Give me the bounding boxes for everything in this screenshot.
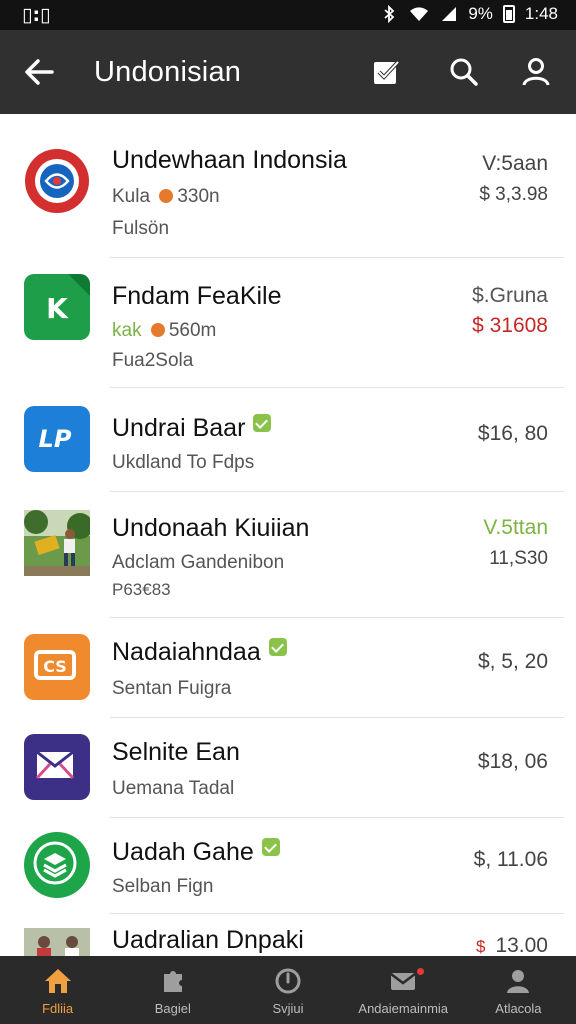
item-subtitle-text: Kula [112,186,151,207]
item-subtitle: Uemana Tadal [112,778,235,799]
list-item[interactable]: LP Undrai Baar Ukdland To Fdps $16, 80 [0,388,576,492]
status-bar: ▯:▯ 9% 1:48 [0,0,576,30]
item-price-primary: $13.00 [476,934,548,956]
item-title-text: Undrai Baar [112,414,246,442]
puzzle-icon [163,971,182,992]
item-price-prefix: $ [475,937,486,956]
lp-logo-icon: LP [24,406,90,472]
checklist-icon[interactable] [368,54,404,90]
wifi-icon [410,7,429,22]
item-price-secondary: $ 3,3.98 [479,184,548,205]
item-subtitle: Ukdland To Fdps [112,452,255,473]
item-price-primary: $, 5, 20 [477,650,548,673]
nav-mail[interactable]: Andaiemainmia [346,956,461,1024]
item-price-primary: $18, 06 [477,750,548,773]
person-icon [507,970,530,993]
item-title: Undrai Baar [112,414,272,443]
nav-home[interactable]: Fdliia [0,956,115,1024]
item-price-primary: $.Gruna [472,284,548,307]
item-title: Uadralian Dnpaki [112,926,304,954]
list-item[interactable]: Undewhaan Indonsia Kula 330n Fulsön V:5a… [0,114,576,258]
svg-text:CS: CS [43,657,67,676]
list-item[interactable]: Undonaah Kiuiian Adclam Gandenibon P63€8… [0,492,576,618]
clock-time: 1:48 [524,4,558,23]
item-detail: Fulsön [112,218,170,239]
nav-label: Fdliia [42,1001,74,1016]
item-subtitle: Selban Fign [112,876,214,897]
playground-photo-icon [24,510,90,576]
nav-label: Svjiui [272,1001,304,1016]
app-list[interactable]: Undewhaan Indonsia Kula 330n Fulsön V:5a… [0,114,576,956]
verified-badge-icon [268,638,287,656]
signal-icon [442,7,457,21]
verified-badge-icon [261,838,280,856]
list-item[interactable]: CS Nadaiahndaa Sentan Fuigra $, 5, 20 [0,618,576,718]
notification-dot [417,968,425,975]
item-title: Undonaah Kiuiian [112,514,310,542]
item-subtitle: Kula 330n [112,186,220,208]
mail-icon [390,973,416,990]
globe-logo-icon [24,148,90,214]
account-icon[interactable] [518,54,554,90]
home-icon [44,969,71,993]
list-item[interactable]: K Fndam FeaKile kak 560m Fua2Sola $.Grun… [0,258,576,388]
app-bar: Undonisian [0,30,576,114]
layers-logo-icon [24,832,90,898]
rating-dot-icon [150,323,165,337]
nav-label: Andaiemainmia [358,1001,449,1016]
item-price-secondary: $ 31608 [472,314,548,337]
item-detail: Fua2Sola [112,350,194,371]
item-price-primary: $, 11.06 [473,848,548,871]
k-logo-icon: K [24,274,90,340]
item-price-value: 13.00 [495,934,548,956]
nav-svjiui[interactable]: Svjiui [230,956,345,1024]
svg-text:K: K [46,292,69,325]
list-item[interactable]: Uadah Gahe Selban Fign $, 11.06 [0,818,576,914]
item-price-primary: V:5aan [482,152,548,175]
item-price-primary: $16, 80 [477,422,548,445]
battery-icon [502,5,515,23]
list-item[interactable]: Uadralian Dnpaki $13.00 [0,914,576,956]
rating-dot-icon [159,189,174,203]
item-title: Nadaiahndaa [112,638,287,667]
bluetooth-icon [384,5,395,23]
item-detail: P63€83 [112,580,171,599]
item-subtitle-text: kak [112,320,142,341]
item-title: Selnite Ean [112,738,240,766]
status-left-text: ▯:▯ [22,4,51,26]
item-subtitle: Adclam Gandenibon [112,552,285,573]
item-title: Undewhaan Indonsia [112,146,347,174]
item-title-text: Uadah Gahe [112,838,254,866]
item-subtitle: kak 560m [112,320,216,342]
arrow-left-icon[interactable] [20,54,58,90]
item-price-secondary: 11,S30 [489,548,548,569]
item-subtitle-extra: 330n [177,186,220,207]
item-title: Fndam FeaKile [112,282,282,310]
item-title-text: Nadaiahndaa [112,638,261,666]
nav-label: Bagiel [154,1001,191,1016]
verified-badge-icon [253,414,272,432]
battery-percent: 9% [468,4,493,23]
page-title: Undonisian [94,56,242,88]
svg-text:LP: LP [39,425,72,453]
clock-icon [275,968,301,994]
item-subtitle: Sentan Fuigra [112,678,232,699]
cs-logo-icon: CS [24,634,90,700]
people-photo-icon [24,928,90,956]
status-right: 9% 1:48 [380,4,558,24]
mail-logo-icon [24,734,90,800]
item-title: Uadah Gahe [112,838,280,867]
list-item[interactable]: Selnite Ean Uemana Tadal $18, 06 [0,718,576,818]
search-icon[interactable] [446,54,482,90]
item-price-primary: V.5ttan [483,516,548,539]
nav-label: Atlacola [495,1001,542,1016]
bottom-nav: Fdliia Bagiel Svjiui Andaiemainmia Atlac… [0,956,576,1024]
nav-bagiel[interactable]: Bagiel [115,956,230,1024]
nav-account[interactable]: Atlacola [461,956,576,1024]
item-subtitle-extra: 560m [168,320,217,341]
